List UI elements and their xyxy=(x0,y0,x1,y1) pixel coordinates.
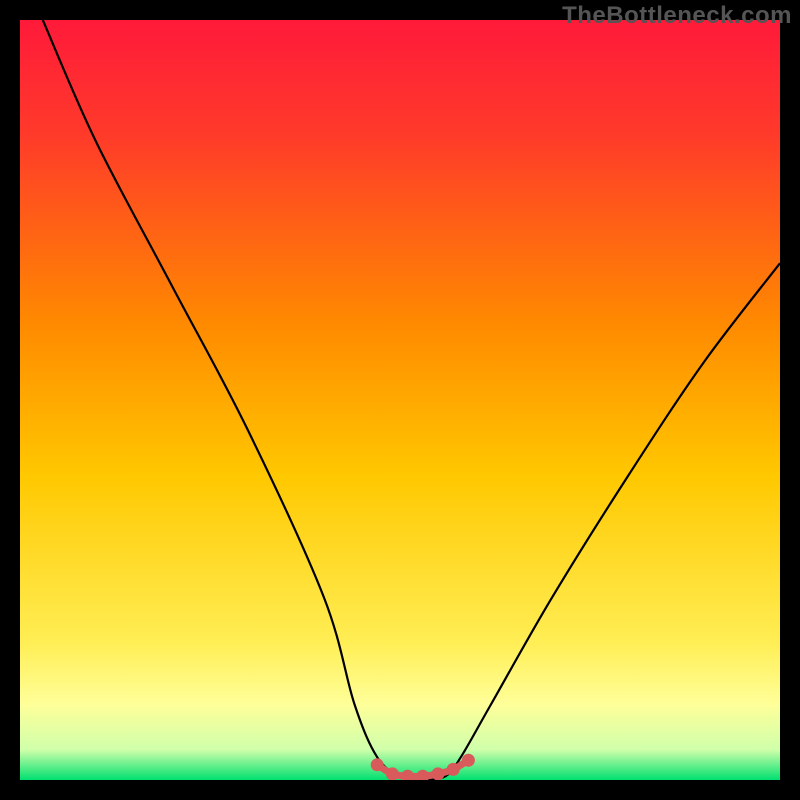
highlight-dot xyxy=(432,767,445,780)
highlight-dot xyxy=(371,758,384,771)
chart-svg xyxy=(20,20,780,780)
highlight-dot xyxy=(386,767,399,780)
watermark-text: TheBottleneck.com xyxy=(562,2,792,30)
highlight-dot xyxy=(462,754,475,767)
highlight-dot xyxy=(447,763,460,776)
plot-area xyxy=(20,20,780,780)
chart-frame: TheBottleneck.com xyxy=(0,0,800,800)
gradient-background xyxy=(20,20,780,780)
